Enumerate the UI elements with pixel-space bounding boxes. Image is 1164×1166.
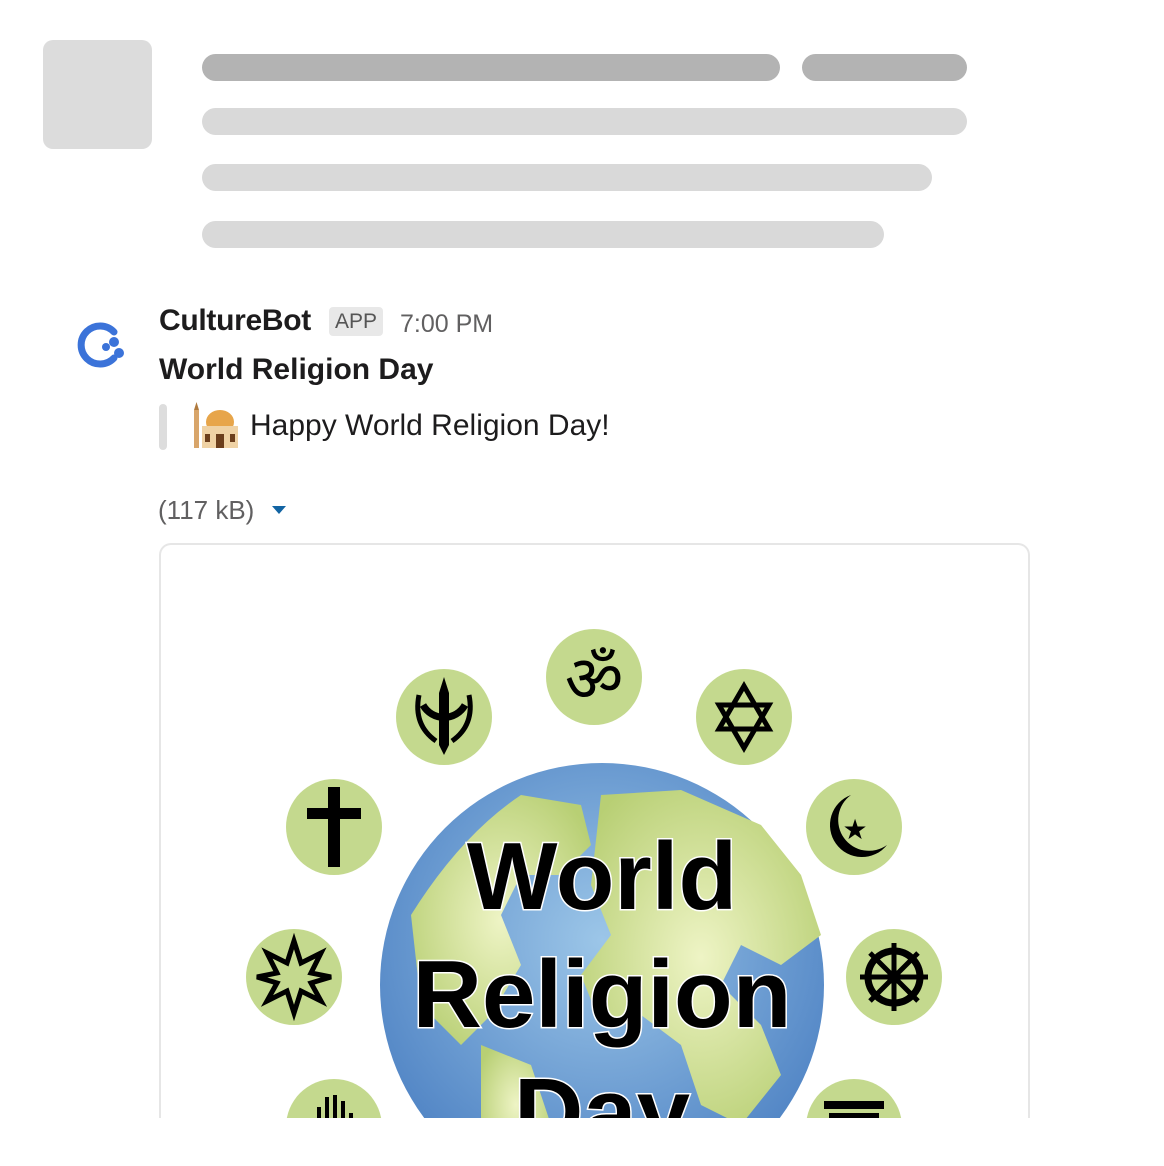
culturebot-avatar[interactable]	[62, 306, 140, 384]
mosque-emoji-icon	[194, 402, 238, 448]
poster-line-1: World	[467, 823, 737, 930]
world-religion-day-poster: World Religion Day ॐ ★	[246, 629, 942, 1165]
placeholder-line	[202, 164, 932, 191]
om-icon: ॐ	[546, 629, 642, 725]
sikh-khanda-icon	[396, 669, 492, 765]
placeholder-line	[202, 221, 884, 248]
poster-line-2: Religion	[413, 941, 792, 1048]
star-crescent-icon: ★	[806, 779, 902, 875]
placeholder-avatar	[43, 40, 152, 149]
image-attachment[interactable]: World Religion Day ॐ ★	[159, 543, 1030, 1165]
cross-icon	[286, 779, 382, 875]
quote-bar	[159, 404, 167, 450]
sender-name[interactable]: CultureBot	[159, 304, 311, 338]
placeholder-line	[202, 54, 780, 81]
bahai-star-icon	[246, 929, 342, 1025]
star-of-david-icon	[696, 669, 792, 765]
message-title: World Religion Day	[159, 353, 434, 386]
quote-text: Happy World Religion Day!	[250, 409, 610, 442]
placeholder-line	[202, 108, 967, 135]
svg-text:ॐ: ॐ	[565, 643, 623, 717]
placeholder-line	[802, 54, 967, 81]
attachment-size: (117 kB)	[158, 495, 255, 525]
dharma-wheel-icon	[846, 929, 942, 1025]
attachment-toggle-caret-icon[interactable]	[272, 506, 286, 514]
svg-text:★: ★	[842, 813, 867, 846]
culturebot-logo-icon	[77, 322, 124, 368]
message-pane-bottom	[0, 1118, 1164, 1166]
app-badge: APP	[329, 307, 384, 336]
message-timestamp[interactable]: 7:00 PM	[400, 310, 493, 339]
